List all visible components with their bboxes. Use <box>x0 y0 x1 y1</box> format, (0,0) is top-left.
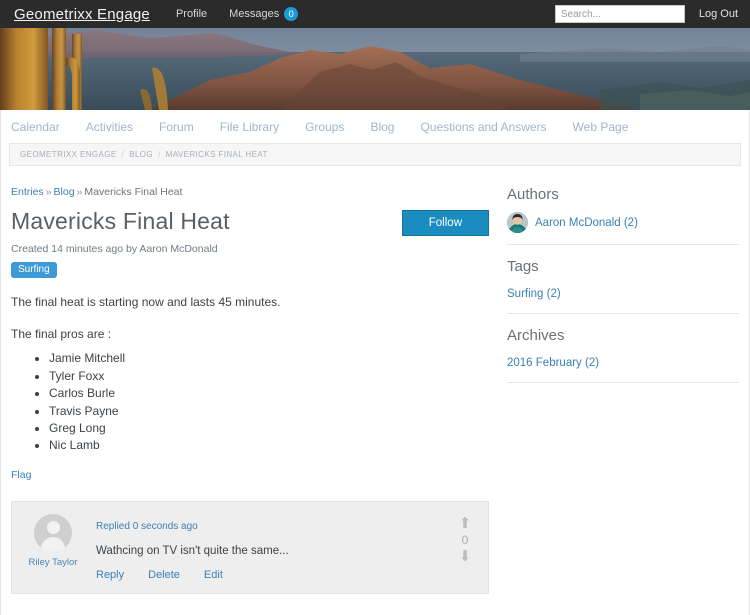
nav-profile-label: Profile <box>175 8 208 20</box>
hero-banner-image <box>0 28 750 110</box>
breadcrumb-separator: / <box>121 150 125 159</box>
entry-breadcrumb: Entries» Blog» Mavericks Final Heat <box>11 186 489 198</box>
section-navigation: Calendar Activities Forum File Library G… <box>1 110 749 143</box>
sidebar-author-link[interactable]: Aaron McDonald (2) <box>535 217 638 229</box>
post-meta: Created 14 minutes ago by Aaron McDonald <box>11 243 218 255</box>
content-area: Entries» Blog» Mavericks Final Heat Maveri… <box>1 166 749 615</box>
breadcrumb-item-blog[interactable]: BLOG <box>129 150 153 159</box>
avatar-head-shape <box>46 520 60 534</box>
comment-author-block: Riley Taylor <box>24 513 82 581</box>
comment-timestamp[interactable]: Replied 0 seconds ago <box>96 521 198 532</box>
flag-link[interactable]: Flag <box>11 469 31 481</box>
sidebar-section-tags: Tags Surfing (2) <box>507 258 739 314</box>
hero-desert-landscape <box>0 28 750 110</box>
entry-breadcrumb-entries[interactable]: Entries <box>11 186 44 198</box>
list-item: Jamie Mitchell <box>49 350 489 367</box>
author-avatar <box>507 212 528 233</box>
section-nav-blog[interactable]: Blog <box>370 120 394 134</box>
sidebar-heading-archives: Archives <box>507 327 565 344</box>
post-list-intro: The final pros are : <box>11 327 112 342</box>
list-item: Tyler Foxx <box>49 368 489 385</box>
post-title-row: Mavericks Final Heat Follow <box>11 208 489 236</box>
page-body: Calendar Activities Forum File Library G… <box>0 110 750 615</box>
breadcrumb-item-site[interactable]: GEOMETRIXX ENGAGE <box>20 150 117 159</box>
comment-text: Wathcing on TV isn't quite the same... <box>96 544 289 557</box>
follow-button[interactable]: Follow <box>401 210 489 236</box>
sidebar-heading-authors: Authors <box>507 186 559 203</box>
list-item: Nic Lamb <box>49 437 489 454</box>
avatar-body-shape <box>41 536 65 552</box>
sidebar-section-archives: Archives 2016 February (2) <box>507 327 739 383</box>
breadcrumb: GEOMETRIXX ENGAGE / BLOG / MAVERICKS FIN… <box>9 143 741 166</box>
entry-breadcrumb-current: Mavericks Final Heat <box>84 186 183 198</box>
comment-card: Riley Taylor Replied 0 seconds ago Wathc… <box>11 500 489 594</box>
entry-breadcrumb-separator: » <box>45 186 52 198</box>
vote-score: 0 <box>461 532 469 547</box>
upvote-arrow-icon[interactable]: ⬆ <box>459 516 472 531</box>
sidebar-heading-tags: Tags <box>507 258 539 275</box>
comment-reply-link[interactable]: Reply <box>96 569 124 581</box>
sidebar-author-row: Aaron McDonald (2) <box>507 212 739 233</box>
vote-control: ⬆ 0 ⬇ <box>452 514 478 581</box>
nav-messages[interactable]: Messages 0 <box>229 7 299 21</box>
post-tag-badge[interactable]: Surfing <box>11 262 57 278</box>
section-nav-web-page[interactable]: Web Page <box>573 120 629 134</box>
list-item: Travis Payne <box>49 403 489 420</box>
list-item: Carlos Burle <box>49 385 489 402</box>
comment-delete-link[interactable]: Delete <box>148 569 180 581</box>
main-column: Entries» Blog» Mavericks Final Heat Maveri… <box>11 186 489 615</box>
section-nav-groups[interactable]: Groups <box>305 120 344 134</box>
section-nav-calendar[interactable]: Calendar <box>11 120 60 134</box>
logout-link[interactable]: Log Out <box>699 8 738 20</box>
sidebar-archive-link[interactable]: 2016 February (2) <box>507 357 599 369</box>
list-item: Greg Long <box>49 420 489 437</box>
breadcrumb-separator: / <box>158 150 161 159</box>
sidebar-section-authors: Authors Aaron McDonald (2) <box>507 186 739 245</box>
breadcrumb-item-current: MAVERICKS FINAL HEAT <box>165 150 268 159</box>
nav-messages-label: Messages <box>229 8 280 20</box>
avatar <box>34 513 72 552</box>
sidebar-tag-link[interactable]: Surfing (2) <box>507 288 561 300</box>
comment-author-name[interactable]: Riley Taylor <box>24 557 82 568</box>
comment-body: Replied 0 seconds ago Wathcing on TV isn… <box>96 514 438 581</box>
section-nav-questions-and-answers[interactable]: Questions and Answers <box>420 120 546 134</box>
pros-list: Jamie Mitchell Tyler Foxx Carlos Burle T… <box>11 350 489 454</box>
site-brand-logo[interactable]: Geometrixx Engage <box>14 6 150 23</box>
downvote-arrow-icon[interactable]: ⬇ <box>459 549 472 564</box>
page-title: Mavericks Final Heat <box>11 208 230 234</box>
entry-breadcrumb-blog[interactable]: Blog <box>54 186 75 198</box>
section-nav-file-library[interactable]: File Library <box>220 120 279 134</box>
post-intro-paragraph: The final heat is starting now and lasts… <box>11 295 281 309</box>
author-avatar-photo <box>507 212 528 233</box>
entry-breadcrumb-separator: » <box>76 186 83 198</box>
top-nav-links: Profile Messages 0 <box>176 7 299 21</box>
top-bar-right: Log Out <box>554 5 742 23</box>
comment-edit-link[interactable]: Edit <box>204 569 223 581</box>
section-nav-activities[interactable]: Activities <box>86 120 133 134</box>
search-input[interactable] <box>554 5 685 23</box>
sidebar: Authors Aaron McDonald (2) Tags Surfing … <box>507 186 739 615</box>
section-nav-forum[interactable]: Forum <box>159 120 194 134</box>
top-navigation-bar: Geometrixx Engage Profile Messages 0 Log… <box>0 0 750 28</box>
messages-count-badge: 0 <box>284 7 299 21</box>
nav-profile[interactable]: Profile <box>176 8 207 20</box>
comment-actions: Reply Delete Edit <box>96 569 438 581</box>
